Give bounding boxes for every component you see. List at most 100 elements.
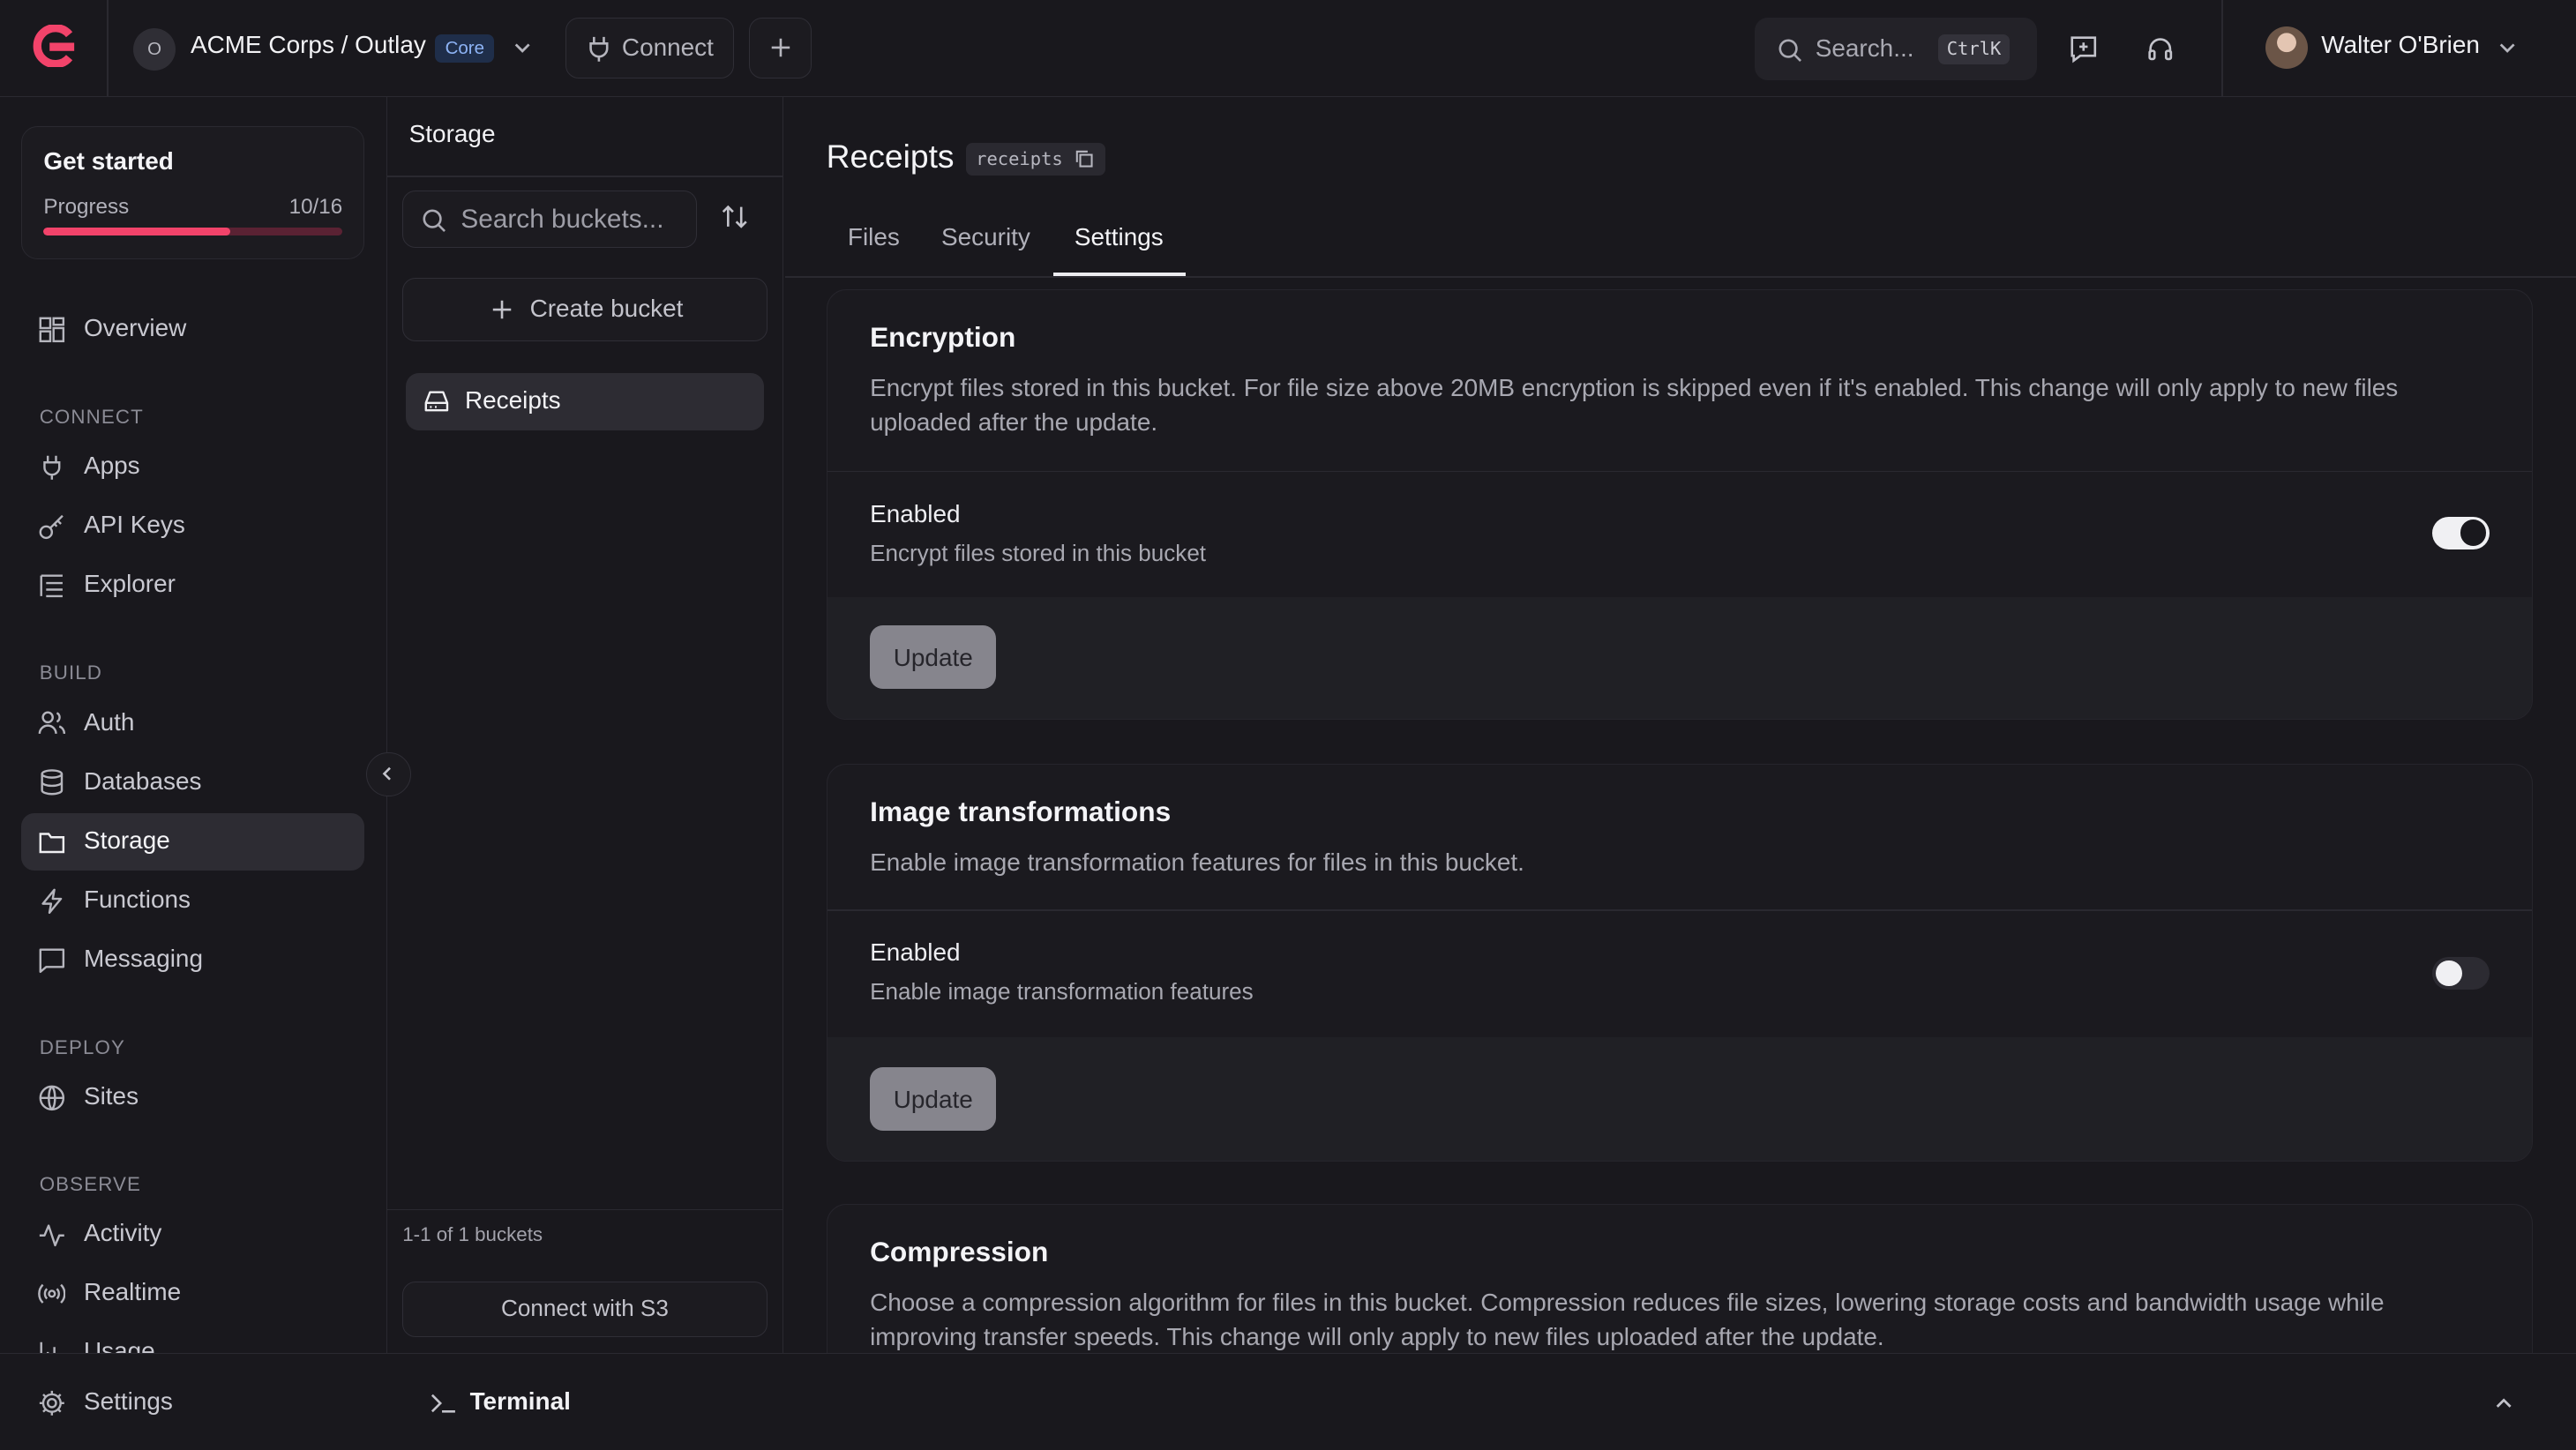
sidebar-item-apps[interactable]: Apps	[21, 438, 364, 496]
headset-support-icon[interactable]	[2145, 34, 2175, 64]
activity-icon	[38, 1221, 66, 1249]
page-title: Receipts	[826, 138, 955, 176]
hard-drive-icon	[423, 389, 450, 414]
sidebar-item-sites[interactable]: Sites	[21, 1069, 364, 1126]
sidebar-item-functions[interactable]: Functions	[21, 872, 364, 930]
update-button[interactable]: Update	[870, 624, 997, 690]
gear-icon	[38, 1389, 66, 1417]
card-title: Compression	[870, 1236, 1049, 1268]
chevron-down-icon[interactable]	[513, 38, 532, 57]
get-started-card[interactable]: Get started Progress 10/16	[21, 126, 365, 260]
copy-icon[interactable]	[1075, 149, 1094, 168]
setting-title: Enabled	[870, 938, 961, 967]
lightning-icon	[38, 887, 66, 916]
plus-icon	[768, 35, 793, 60]
storage-panel: Storage Search buckets... Create bucket …	[387, 96, 784, 1450]
card-title: Image transformations	[870, 796, 1172, 828]
tab-security[interactable]: Security	[941, 223, 1030, 251]
tabs-divider	[785, 275, 2576, 278]
search-icon	[422, 208, 446, 233]
sidebar-item-messaging[interactable]: Messaging	[21, 931, 364, 989]
users-icon	[38, 709, 66, 737]
progress-count: 10/16	[288, 194, 343, 219]
terminal-bar[interactable]: Terminal	[387, 1353, 2576, 1450]
list-tree-icon	[38, 572, 66, 600]
radio-broadcast-icon	[37, 1280, 66, 1308]
sidebar-item-api-keys[interactable]: API Keys	[21, 497, 364, 555]
user-avatar[interactable]	[2265, 26, 2309, 70]
bucket-search-input[interactable]: Search buckets...	[402, 191, 697, 249]
chevron-up-icon[interactable]	[2494, 1394, 2513, 1413]
divider	[827, 908, 2533, 911]
bucket-name: Receipts	[464, 385, 561, 414]
sidebar-item-explorer[interactable]: Explorer	[21, 557, 364, 614]
appwrite-logo-icon[interactable]	[28, 24, 78, 68]
plus-icon	[490, 298, 513, 321]
plug-icon	[38, 453, 66, 482]
card-description: Choose a compression algorithm for files…	[870, 1289, 2385, 1351]
sidebar-item-label: Sites	[83, 1082, 139, 1110]
sidebar-item-label: Databases	[83, 766, 202, 795]
connect-button[interactable]: Connect	[565, 18, 735, 79]
sidebar-item-realtime[interactable]: Realtime	[21, 1265, 364, 1322]
progress-bar	[43, 227, 343, 236]
sidebar-item-overview[interactable]: Overview	[21, 301, 364, 358]
user-name[interactable]: Walter O'Brien	[2321, 31, 2480, 59]
encryption-toggle[interactable]	[2432, 516, 2490, 549]
sidebar-item-label: API Keys	[83, 511, 185, 539]
sidebar-item-label: Auth	[83, 707, 135, 736]
sidebar-item-label: Explorer	[83, 570, 176, 598]
search-placeholder: Search...	[1815, 34, 1914, 63]
get-started-title: Get started	[43, 146, 174, 175]
divider	[387, 1208, 784, 1211]
divider	[387, 176, 784, 178]
sidebar-item-databases[interactable]: Databases	[21, 754, 364, 811]
database-icon	[38, 768, 66, 796]
sort-icon[interactable]	[720, 202, 750, 232]
progress-label: Progress	[43, 194, 130, 219]
sidebar-item-label: Functions	[83, 885, 191, 913]
create-bucket-button[interactable]: Create bucket	[402, 277, 768, 342]
image-transformations-toggle[interactable]	[2432, 956, 2490, 990]
bucket-id-chip[interactable]: receipts	[965, 143, 1106, 176]
bucket-count: 1-1 of 1 buckets	[402, 1223, 543, 1246]
setting-title: Enabled	[870, 500, 961, 528]
create-bucket-label: Create bucket	[529, 295, 684, 323]
plug-icon	[586, 35, 612, 62]
tab-files[interactable]: Files	[848, 223, 900, 251]
feedback-icon[interactable]	[2069, 34, 2099, 64]
connect-s3-label: Connect with S3	[501, 1295, 669, 1322]
card-description: Encrypt files stored in this bucket. For…	[870, 373, 2399, 437]
card-description: Enable image transformation features for…	[870, 848, 1524, 877]
dashboard-icon	[38, 316, 66, 344]
active-tab-indicator	[1052, 273, 1187, 276]
bucket-list-item[interactable]: Receipts	[405, 372, 764, 430]
sidebar-item-label: Messaging	[83, 944, 203, 972]
top-bar: O ACME Corps / Outlay Core Connect Searc…	[0, 0, 2576, 97]
sidebar-item-auth[interactable]: Auth	[21, 695, 364, 752]
message-square-icon	[38, 946, 66, 975]
sidebar-item-settings[interactable]: Settings	[21, 1374, 364, 1431]
sidebar-item-storage[interactable]: Storage	[21, 812, 365, 871]
card-title: Encryption	[870, 321, 1016, 354]
terminal-label: Terminal	[469, 1386, 571, 1415]
section-header-observe: OBSERVE	[39, 1172, 142, 1195]
divider	[2220, 0, 2223, 97]
sidebar-item-activity[interactable]: Activity	[21, 1206, 364, 1263]
sidebar-item-label: Activity	[83, 1218, 162, 1246]
add-button[interactable]	[749, 18, 812, 79]
bucket-search-placeholder: Search buckets...	[461, 204, 664, 234]
update-button[interactable]: Update	[870, 1066, 997, 1132]
connect-s3-button[interactable]: Connect with S3	[402, 1281, 768, 1337]
divider	[827, 470, 2533, 473]
org-avatar[interactable]: O	[132, 27, 176, 71]
tab-settings[interactable]: Settings	[1075, 223, 1164, 251]
global-search[interactable]: Search... CtrlK	[1754, 18, 2038, 81]
toggle-knob	[2435, 960, 2462, 987]
chevron-down-icon[interactable]	[2497, 38, 2517, 57]
image-transformations-card: Image transformations Enable image trans…	[826, 763, 2534, 1162]
org-project-name[interactable]: ACME Corps / Outlay	[191, 31, 426, 59]
sidebar: Get started Progress 10/16 Overview CONN…	[0, 96, 388, 1450]
toggle-knob	[2460, 519, 2487, 547]
divider	[107, 0, 109, 97]
